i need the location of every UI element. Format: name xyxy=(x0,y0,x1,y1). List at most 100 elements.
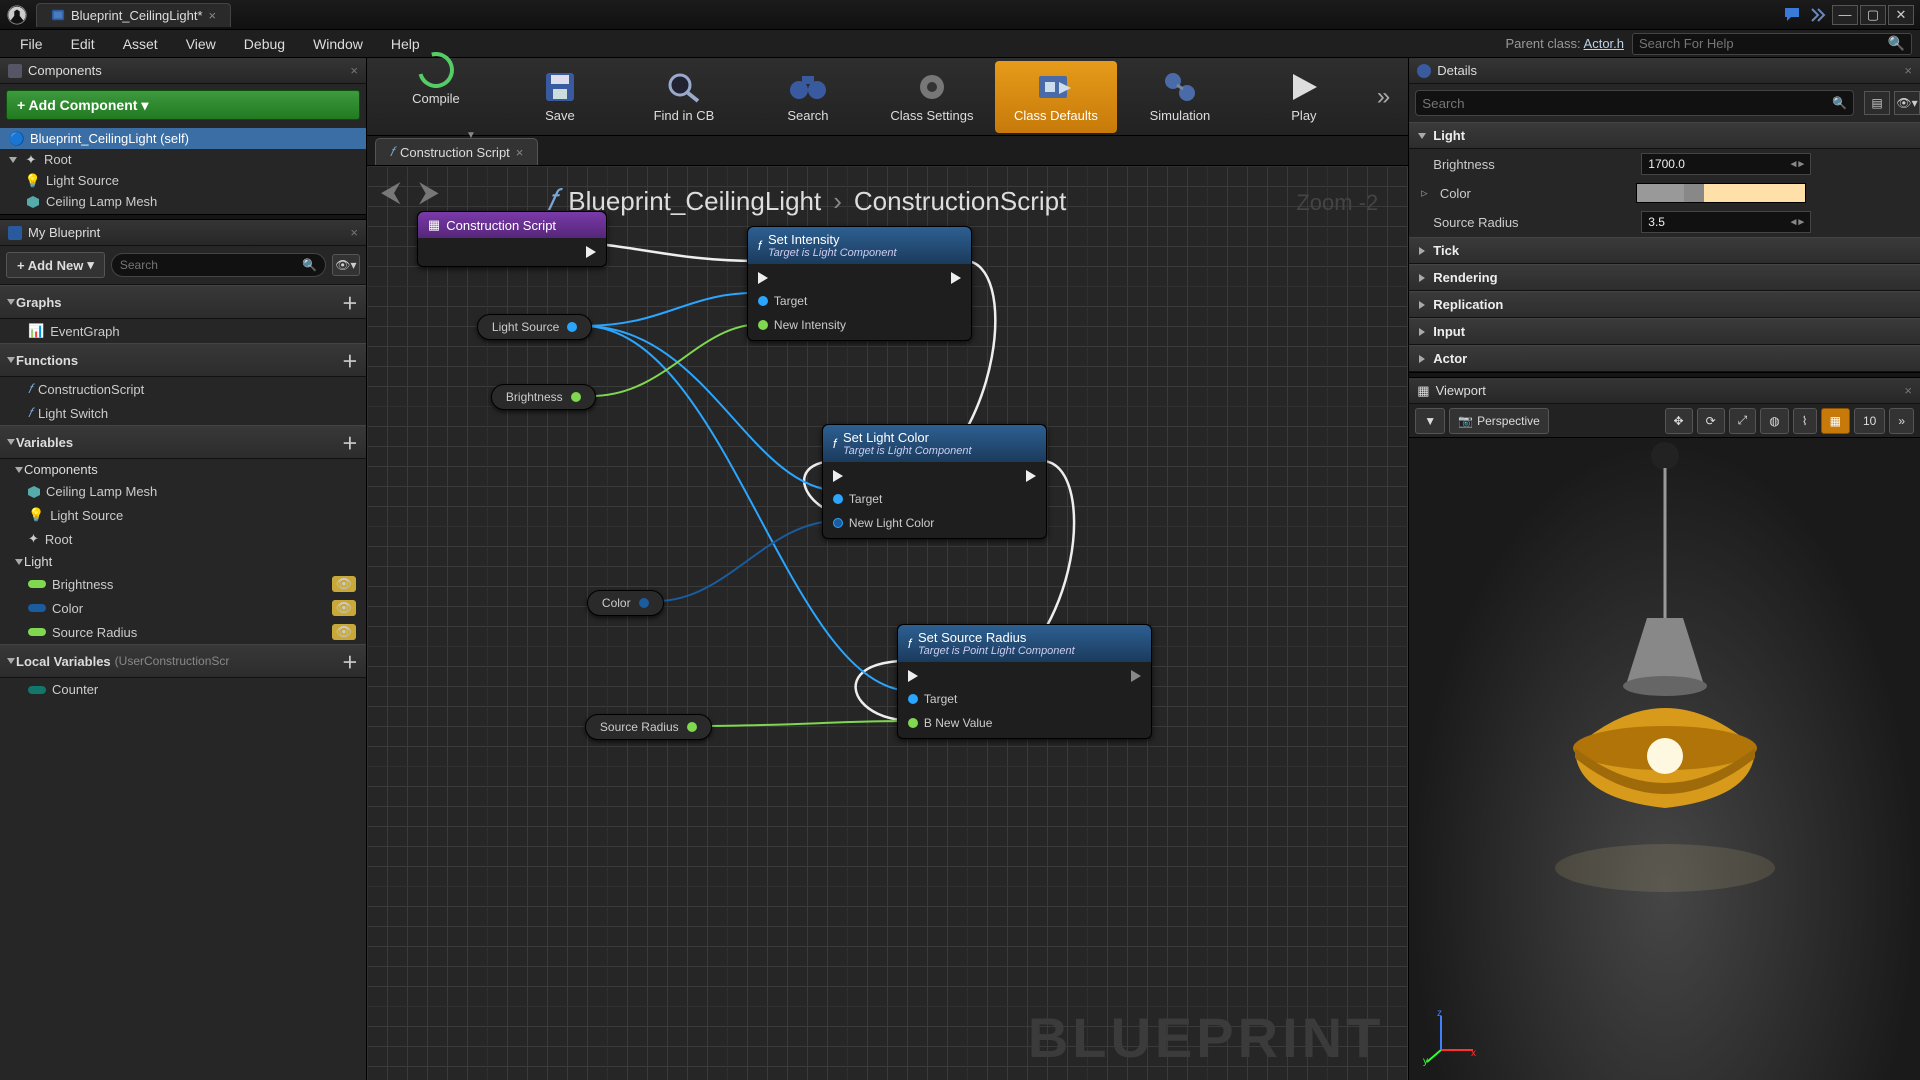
add-variable-icon[interactable]: ＋ xyxy=(342,430,358,454)
brightness-input[interactable]: 1700.0◄► xyxy=(1641,153,1811,175)
details-eye-button[interactable]: 👁▾ xyxy=(1894,91,1920,115)
components-panel-header[interactable]: Components × xyxy=(0,58,366,84)
details-cat-input[interactable]: Input xyxy=(1409,318,1920,345)
toolbar-simulation-button[interactable]: Simulation xyxy=(1119,61,1241,133)
vp-coordspace-button[interactable]: ◍ xyxy=(1760,408,1788,434)
help-search-input[interactable] xyxy=(1639,36,1888,51)
node-var-color[interactable]: Color xyxy=(587,590,664,616)
myblueprint-close-icon[interactable]: × xyxy=(350,225,358,240)
spinner-icon[interactable]: ◄► xyxy=(1788,159,1804,170)
pin-new-light-color[interactable]: New Light Color xyxy=(833,516,934,530)
graph-tab-close-icon[interactable]: × xyxy=(516,145,524,160)
vp-surface-snap-button[interactable]: ⌇ xyxy=(1793,408,1817,434)
source-control-icon[interactable] xyxy=(1810,7,1828,23)
varcat-light[interactable]: Light xyxy=(0,551,366,572)
details-search-field[interactable]: 🔍 xyxy=(1415,90,1854,116)
details-search-input[interactable] xyxy=(1422,96,1826,111)
eye-icon[interactable]: 👁 xyxy=(332,576,356,592)
viewport-3d-preview[interactable]: x y z xyxy=(1409,438,1920,1080)
expand-icon[interactable] xyxy=(9,157,17,163)
viewport-options-button[interactable]: ▼ xyxy=(1415,408,1445,434)
toolbar-findincb-button[interactable]: Find in CB xyxy=(623,61,745,133)
details-cat-replication[interactable]: Replication xyxy=(1409,291,1920,318)
add-function-icon[interactable]: ＋ xyxy=(342,348,358,372)
graph-eventgraph[interactable]: 📊EventGraph xyxy=(0,319,366,343)
mybp-view-options-button[interactable]: 👁▾ xyxy=(332,254,360,276)
help-search-field[interactable]: 🔍 xyxy=(1632,33,1912,55)
toolbar-class-settings-button[interactable]: Class Settings xyxy=(871,61,993,133)
mybp-search-input[interactable] xyxy=(120,258,302,272)
feedback-icon[interactable] xyxy=(1784,7,1802,23)
component-light-source[interactable]: 💡 Light Source xyxy=(0,170,366,191)
editor-tab[interactable]: Blueprint_CeilingLight* × xyxy=(36,3,231,27)
add-graph-icon[interactable]: ＋ xyxy=(342,290,358,314)
mybp-search-field[interactable]: 🔍 xyxy=(111,253,326,277)
toolbar-class-defaults-button[interactable]: Class Defaults xyxy=(995,61,1117,133)
breadcrumb-asset[interactable]: Blueprint_CeilingLight xyxy=(568,186,821,217)
color-swatch[interactable] xyxy=(1636,183,1806,203)
component-root[interactable]: ✦ Root xyxy=(0,149,366,170)
tab-close-icon[interactable]: × xyxy=(209,8,217,23)
components-panel-close-icon[interactable]: × xyxy=(350,63,358,78)
details-panel-header[interactable]: Details × xyxy=(1409,58,1920,84)
toolbar-play-button[interactable]: Play xyxy=(1243,61,1365,133)
pin-target[interactable]: Target xyxy=(908,692,992,706)
window-minimize-button[interactable]: — xyxy=(1832,5,1858,25)
toolbar-compile-button[interactable]: Compile▼ xyxy=(375,61,497,133)
var-root[interactable]: ✦Root xyxy=(0,527,366,551)
func-constructionscript[interactable]: 𝑓ConstructionScript xyxy=(0,377,366,401)
menu-debug[interactable]: Debug xyxy=(232,33,297,55)
graph-nav-back-icon[interactable]: ⮜ xyxy=(381,176,401,209)
node-var-lightsource[interactable]: Light Source xyxy=(477,314,592,340)
pin-out[interactable] xyxy=(567,322,577,332)
vp-overflow-button[interactable]: » xyxy=(1889,408,1914,434)
component-lamp-mesh[interactable]: Ceiling Lamp Mesh xyxy=(0,191,366,212)
menu-window[interactable]: Window xyxy=(301,33,375,55)
vp-snap-value[interactable]: 10 xyxy=(1854,408,1885,434)
pin-exec-out[interactable] xyxy=(951,272,961,284)
varcat-components[interactable]: Components xyxy=(0,459,366,480)
add-component-button[interactable]: + Add Component▾ xyxy=(6,90,360,120)
toolbar-search-button[interactable]: Search xyxy=(747,61,869,133)
details-close-icon[interactable]: × xyxy=(1904,63,1912,78)
graph-nav-fwd-icon[interactable]: ⮞ xyxy=(419,176,439,209)
menu-view[interactable]: View xyxy=(174,33,228,55)
mybp-add-new-button[interactable]: + Add New▾ xyxy=(6,252,105,278)
pin-out[interactable] xyxy=(639,598,649,608)
func-lightswitch[interactable]: 𝑓Light Switch xyxy=(0,401,366,425)
vp-rotate-button[interactable]: ⟳ xyxy=(1697,408,1725,434)
eye-icon[interactable]: 👁 xyxy=(332,600,356,616)
details-cat-actor[interactable]: Actor xyxy=(1409,345,1920,372)
pin-exec-in[interactable] xyxy=(758,272,846,284)
pin-target[interactable]: Target xyxy=(758,294,846,308)
pin-out[interactable] xyxy=(687,722,697,732)
node-construction-script[interactable]: ▦Construction Script xyxy=(417,211,607,267)
cat-graphs[interactable]: Graphs＋ xyxy=(0,285,366,319)
eye-icon[interactable]: 👁 xyxy=(332,624,356,640)
window-maximize-button[interactable]: ▢ xyxy=(1860,5,1886,25)
menu-asset[interactable]: Asset xyxy=(111,33,170,55)
component-self[interactable]: 🔵 Blueprint_CeilingLight (self) xyxy=(0,128,366,149)
pin-exec-in[interactable] xyxy=(833,470,934,482)
var-color[interactable]: Color👁 xyxy=(0,596,366,620)
viewport-mode-button[interactable]: 📷Perspective xyxy=(1449,408,1549,434)
var-brightness[interactable]: Brightness👁 xyxy=(0,572,366,596)
pin-exec-out[interactable] xyxy=(1026,470,1036,482)
vp-scale-button[interactable]: ⤢ xyxy=(1729,408,1757,434)
pin-exec-out[interactable] xyxy=(1131,670,1141,682)
var-light-source[interactable]: 💡Light Source xyxy=(0,503,366,527)
details-cat-tick[interactable]: Tick xyxy=(1409,237,1920,264)
expand-icon[interactable]: ▹ xyxy=(1421,185,1428,201)
cat-functions[interactable]: Functions＋ xyxy=(0,343,366,377)
var-source-radius[interactable]: Source Radius👁 xyxy=(0,620,366,644)
breadcrumb-graph[interactable]: ConstructionScript xyxy=(854,186,1066,217)
details-cat-rendering[interactable]: Rendering xyxy=(1409,264,1920,291)
node-set-light-color[interactable]: 𝑓Set Light ColorTarget is Light Componen… xyxy=(822,424,1047,539)
toolbar-save-button[interactable]: Save xyxy=(499,61,621,133)
menu-file[interactable]: File xyxy=(8,33,55,55)
node-set-source-radius[interactable]: 𝑓Set Source RadiusTarget is Point Light … xyxy=(897,624,1152,739)
pin-out[interactable] xyxy=(571,392,581,402)
pin-target[interactable]: Target xyxy=(833,492,934,506)
cat-variables[interactable]: Variables＋ xyxy=(0,425,366,459)
parent-class-link[interactable]: Actor.h xyxy=(1584,36,1624,51)
